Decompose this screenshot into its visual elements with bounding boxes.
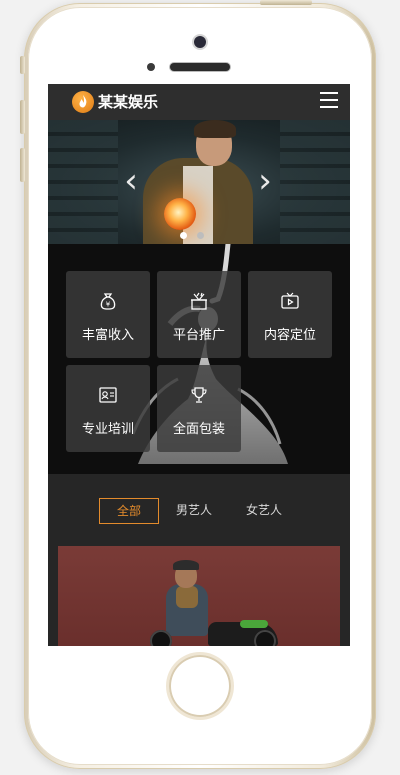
svg-text:¥: ¥	[106, 301, 111, 309]
front-camera	[194, 36, 206, 48]
service-card-income[interactable]: ¥ 丰富收入	[66, 271, 150, 358]
service-label: 专业培训	[81, 422, 134, 437]
services-section: ¥ 丰富收入 平台推广 内容定位 专业培训 全面包装	[48, 244, 350, 474]
hero-carousel[interactable]: ‹ ›	[48, 120, 350, 244]
service-label: 全面包装	[172, 422, 225, 437]
mute-switch	[20, 56, 25, 74]
earpiece-speaker	[170, 63, 230, 71]
motorcycle-wheel-rear	[150, 630, 172, 646]
chevron-right-icon[interactable]: ›	[254, 164, 276, 198]
trophy-icon	[191, 387, 207, 403]
phone-screen: 某某娱乐 ‹ › ¥ 丰富收入 平台推广 内容定位 专业培训 全面包装 全部 男…	[48, 84, 350, 646]
service-label: 平台推广	[172, 328, 225, 343]
bookshelf-left	[48, 120, 118, 244]
chevron-left-icon[interactable]: ‹	[120, 164, 142, 198]
certificate-icon	[99, 387, 117, 403]
power-button	[260, 0, 312, 5]
hamburger-menu-icon[interactable]	[320, 92, 338, 108]
artist-figure-scarf	[176, 586, 198, 608]
tv-play-icon	[281, 292, 299, 309]
volume-up-button	[20, 100, 25, 134]
service-card-positioning[interactable]: 内容定位	[248, 271, 332, 358]
service-card-packaging[interactable]: 全面包装	[157, 365, 241, 452]
tab-male-artists[interactable]: 男艺人	[168, 498, 220, 522]
brand-name[interactable]: 某某娱乐	[98, 91, 158, 113]
motorcycle-wheel-front	[254, 630, 276, 646]
proximity-sensor	[147, 63, 155, 71]
tab-all[interactable]: 全部	[99, 498, 159, 524]
bookshelf-right	[280, 120, 350, 244]
service-card-promotion[interactable]: 平台推广	[157, 271, 241, 358]
home-button[interactable]	[169, 655, 231, 717]
service-card-training[interactable]: 专业培训	[66, 365, 150, 452]
motorcycle-green-trim	[240, 620, 268, 628]
service-label: 丰富收入	[81, 328, 134, 343]
flame-icon[interactable]	[72, 91, 94, 113]
site-header: 某某娱乐	[48, 84, 350, 120]
banner-person-hair	[194, 120, 236, 138]
tab-female-artists[interactable]: 女艺人	[238, 498, 290, 522]
volume-down-button	[20, 148, 25, 182]
artist-figure-cap	[173, 560, 199, 570]
carousel-dot-1[interactable]	[180, 232, 187, 239]
gift-box-icon	[191, 292, 207, 310]
carousel-indicators	[180, 224, 220, 239]
artist-photo-card[interactable]	[58, 546, 340, 646]
money-bag-icon: ¥	[100, 293, 116, 310]
artist-filter-tabs: 全部 男艺人 女艺人	[48, 474, 350, 536]
service-label: 内容定位	[263, 328, 316, 343]
